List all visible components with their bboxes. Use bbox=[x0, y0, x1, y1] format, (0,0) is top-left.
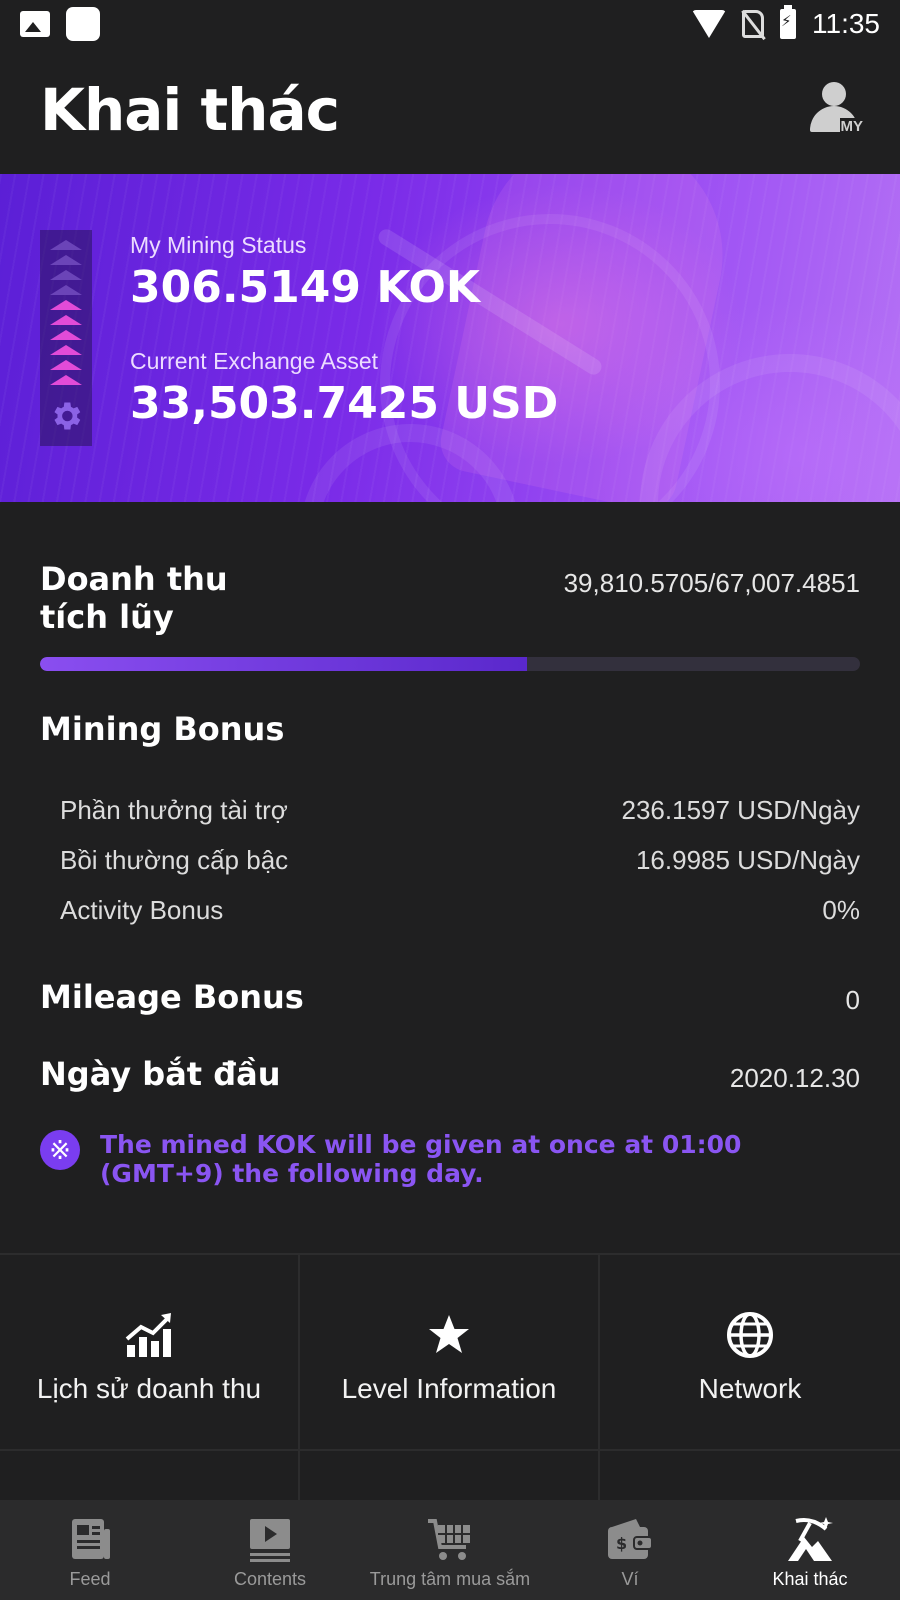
app-notification-icon bbox=[66, 7, 100, 41]
mining-status-banner: My Mining Status 306.5149 KOK Current Ex… bbox=[0, 174, 900, 502]
nav-label: Contents bbox=[233, 1569, 307, 1589]
bonus-row-value: 16.9985 USD/Ngày bbox=[635, 844, 860, 875]
star-icon bbox=[429, 1315, 469, 1353]
level-arrow bbox=[50, 315, 82, 325]
bonus-row-value: 0% bbox=[822, 894, 860, 925]
exchange-asset-label: Current Exchange Asset bbox=[130, 348, 379, 374]
cart-icon bbox=[428, 1519, 470, 1560]
level-arrow bbox=[50, 255, 82, 265]
level-gauge bbox=[40, 230, 92, 446]
nav-label: Ví bbox=[621, 1569, 639, 1589]
menu-level-information[interactable]: Level Information bbox=[300, 1255, 600, 1449]
menu-cell-empty bbox=[600, 1449, 900, 1503]
user-icon bbox=[822, 82, 846, 106]
revenue-progress-bar bbox=[40, 657, 860, 671]
bonus-row-label: Activity Bonus bbox=[60, 894, 224, 925]
page-title: Khai thác bbox=[40, 76, 340, 144]
level-arrow bbox=[50, 300, 82, 310]
gear-icon[interactable] bbox=[48, 398, 84, 434]
svg-text:$: $ bbox=[616, 1534, 627, 1553]
status-bar: 11:35 bbox=[0, 0, 900, 48]
nav-shopping-center[interactable]: Trung tâm mua sắm bbox=[360, 1500, 540, 1600]
bottom-navigation: Feed Contents Trung tâm mua sắm $ Ví Kha… bbox=[0, 1500, 900, 1600]
level-arrow bbox=[50, 330, 82, 340]
mining-status-value: 306.5149 KOK bbox=[130, 262, 480, 313]
level-arrow bbox=[50, 345, 82, 355]
wallet-icon: $ bbox=[608, 1519, 653, 1559]
newspaper-icon bbox=[72, 1519, 110, 1559]
info-asterisk-icon: ※ bbox=[40, 1130, 80, 1170]
menu-label: Level Information bbox=[341, 1373, 557, 1404]
revenue-progress-fill bbox=[40, 657, 528, 671]
battery-charging-icon bbox=[780, 5, 796, 39]
play-icon bbox=[250, 1519, 290, 1562]
start-date-title: Ngày bắt đầu bbox=[40, 1055, 281, 1093]
mining-status-label: My Mining Status bbox=[130, 232, 307, 258]
nav-label: Trung tâm mua sắm bbox=[369, 1569, 531, 1589]
level-arrow bbox=[50, 360, 82, 370]
bonus-row-sponsor: Phần thưởng tài trợ 236.1597 USD/Ngày bbox=[60, 790, 860, 830]
menu-revenue-history[interactable]: Lịch sử doanh thu bbox=[0, 1255, 300, 1449]
menu-cell-empty bbox=[300, 1449, 600, 1503]
accumulated-revenue-label: Doanh thu tích lũy bbox=[40, 560, 228, 636]
my-badge: MY bbox=[839, 118, 864, 136]
clock: 11:35 bbox=[812, 8, 880, 39]
nav-wallet[interactable]: $ Ví bbox=[540, 1500, 720, 1600]
mining-menu-grid: Lịch sử doanh thu Level Information Netw… bbox=[0, 1253, 900, 1503]
nav-label: Feed bbox=[69, 1569, 111, 1589]
mileage-bonus-value: 0 bbox=[845, 985, 860, 1015]
bonus-row-rank: Bồi thường cấp bậc 16.9985 USD/Ngày bbox=[60, 840, 860, 880]
payout-notice-text: The mined KOK will be given at once at 0… bbox=[100, 1130, 742, 1188]
chart-up-icon bbox=[125, 1313, 171, 1357]
mining-icon bbox=[788, 1517, 833, 1561]
bonus-row-label: Bồi thường cấp bậc bbox=[60, 844, 289, 875]
menu-cell-empty bbox=[0, 1449, 300, 1503]
exchange-asset-value: 33,503.7425 USD bbox=[130, 378, 559, 429]
menu-network[interactable]: Network bbox=[600, 1255, 900, 1449]
my-profile-button[interactable]: MY bbox=[810, 82, 864, 136]
menu-label: Network bbox=[698, 1373, 802, 1404]
menu-label: Lịch sử doanh thu bbox=[36, 1373, 262, 1404]
nav-mining[interactable]: Khai thác bbox=[720, 1500, 900, 1600]
globe-icon bbox=[727, 1312, 773, 1358]
nav-feed[interactable]: Feed bbox=[0, 1500, 180, 1600]
gallery-notification-icon bbox=[20, 11, 50, 37]
level-arrow bbox=[50, 285, 82, 295]
nav-contents[interactable]: Contents bbox=[180, 1500, 360, 1600]
start-date-value: 2020.12.30 bbox=[729, 1063, 860, 1093]
level-arrow bbox=[50, 375, 82, 385]
bonus-row-value: 236.1597 USD/Ngày bbox=[621, 794, 860, 825]
level-arrow bbox=[50, 240, 82, 250]
mileage-bonus-title: Mileage Bonus bbox=[40, 978, 304, 1016]
no-sim-icon bbox=[742, 10, 764, 38]
wifi-icon bbox=[692, 10, 726, 38]
accumulated-revenue-value: 39,810.5705/67,007.4851 bbox=[563, 568, 860, 598]
bonus-row-label: Phần thưởng tài trợ bbox=[60, 794, 288, 825]
bonus-row-activity: Activity Bonus 0% bbox=[60, 890, 860, 930]
mining-bonus-title: Mining Bonus bbox=[40, 710, 285, 748]
level-arrow bbox=[50, 270, 82, 280]
app-header: Khai thác MY bbox=[0, 48, 900, 174]
nav-label: Khai thác bbox=[772, 1569, 848, 1589]
